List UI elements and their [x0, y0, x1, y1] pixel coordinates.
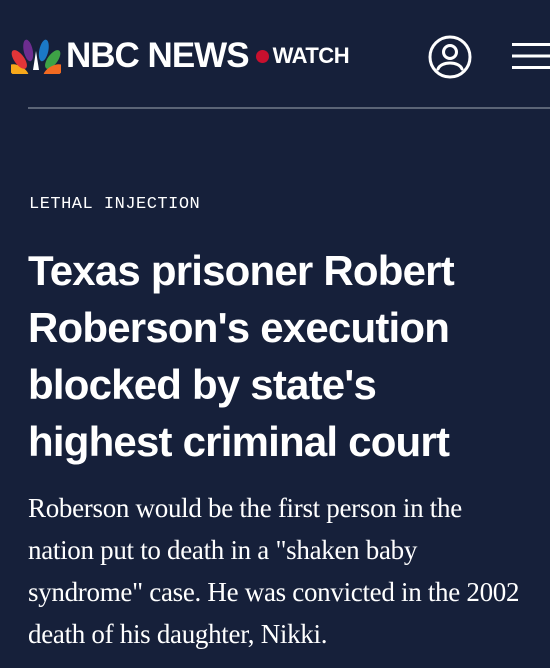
article-category-label[interactable]: LETHAL INJECTION — [29, 194, 200, 216]
nbc-peacock-icon — [11, 39, 61, 74]
header-divider — [28, 107, 550, 109]
brand-name: NBC NEWS — [66, 36, 250, 75]
watch-link[interactable]: WATCH — [273, 38, 350, 74]
account-icon[interactable] — [427, 34, 473, 80]
live-indicator-dot — [255, 49, 269, 63]
hamburger-menu-icon[interactable] — [510, 40, 550, 72]
nbc-news-logo-link[interactable]: NBC NEWS WATCH — [11, 36, 350, 75]
article-headline: Texas prisoner Robert Roberson's executi… — [28, 247, 455, 465]
article-summary: Roberson would be the first person in th… — [28, 493, 520, 649]
top-navigation-bar: NBC NEWS WATCH — [0, 0, 550, 108]
